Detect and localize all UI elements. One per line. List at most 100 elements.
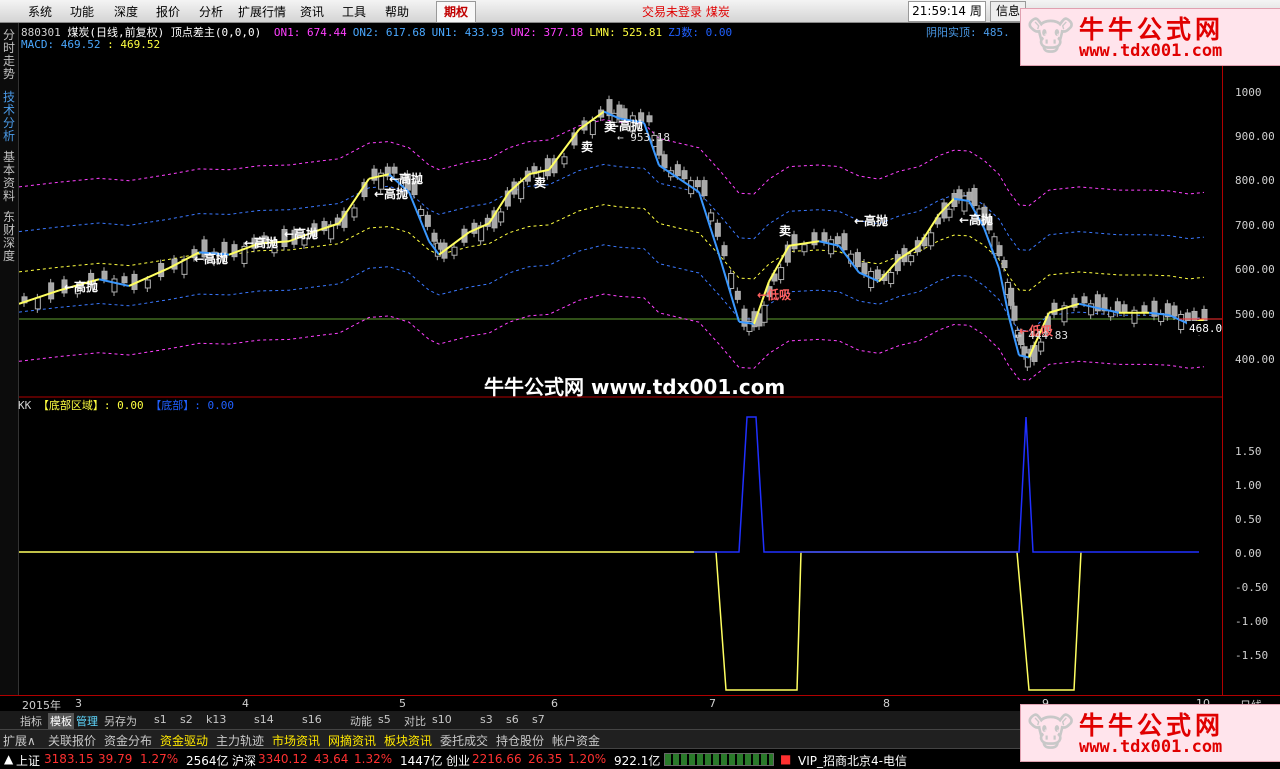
indicator-tab[interactable]: s3 [480,713,493,726]
function-tab[interactable]: 扩展∧ [3,732,36,749]
connection-icon: ■ [780,752,792,766]
cy-pct: 1.20% [568,752,607,766]
hs-amount: 1447亿 [400,754,443,768]
y-tick-sub: 1.00 [1235,479,1262,492]
y-tick-sub: -1.00 [1235,615,1269,628]
candle-body [544,158,551,177]
menu-depth[interactable]: 深度 [114,3,138,20]
function-tab[interactable]: 市场资讯 [272,732,320,749]
param-5: ZJ数: 0.00 [668,26,733,39]
sell-signal-label: ←高抛 [64,279,98,294]
clock-time: 21:59:14 [912,4,967,18]
param-1: ON2: 617.68 [352,26,426,39]
x-month: 3 [75,697,82,710]
indicator-tab[interactable]: 动能 [350,713,372,729]
vip-server[interactable]: VIP_招商北京4-电信 [798,752,907,769]
candle-body [681,170,688,180]
cy-amount: 922.1亿 [614,754,661,768]
indicator-tab[interactable]: s7 [532,713,545,726]
menu-tools[interactable]: 工具 [342,3,366,20]
trade-status: 交易未登录 煤炭 [642,5,730,19]
vtab-intraday[interactable]: 分时走势 [2,29,16,81]
candle-body [1171,305,1178,317]
function-tab[interactable]: 关联报价 [48,732,96,749]
right-value: 485. [983,26,1010,39]
candle-body [966,191,973,201]
right-indicator: 阴阳实顶: 485. [926,24,1010,40]
y-axis: 1000 900.00 800.00 700.00 600.00 500.00 400.00… [1222,23,1280,695]
y-tick-sub: 1.50 [1235,445,1262,458]
function-tab[interactable]: 持仓股份 [496,732,544,749]
candle-body [801,244,808,253]
macd-value2: 469.52 [120,38,161,51]
up-arrow-icon: ▲ [4,752,14,766]
indicator-tab[interactable]: s6 [506,713,519,726]
y-tick-sub: -0.50 [1235,581,1269,594]
function-tab[interactable]: 主力轨迹 [216,732,264,749]
menu-quote[interactable]: 报价 [156,3,180,20]
sell-signal-label: ←高抛 [389,171,423,186]
indicator-tab[interactable]: s14 [254,713,274,726]
chart-area[interactable]: ←高抛←高抛←高抛←高抛←高抛←高抛←高抛 ←高抛←高抛卖卖卖卖←低吸←低吸← 9… [19,23,1222,695]
sell-signal-label: ←高抛 [959,212,993,227]
candle-body [714,222,721,237]
indicator-tab[interactable]: k13 [206,713,226,726]
indicator-tab[interactable]: s16 [302,713,322,726]
function-tab[interactable]: 委托成交 [440,732,488,749]
indicator-tab[interactable]: 另存为 [104,713,137,729]
sub-p1-value: 0.00 [117,399,144,412]
function-tab[interactable]: 网摘资讯 [328,732,376,749]
menu-function[interactable]: 功能 [70,3,94,20]
cow-icon: 🐮 [1027,710,1075,756]
cy-name: 创业 [446,754,471,768]
menu-options[interactable]: 期权 [436,1,476,23]
indicator-tab[interactable]: s1 [154,713,167,726]
indicator-tab[interactable]: s5 [378,713,391,726]
indicator-tab[interactable]: 指标 [20,713,42,729]
candle-body [34,297,41,310]
menu-analysis[interactable]: 分析 [199,3,223,20]
hs-pct: 1.32% [354,752,393,766]
menu-extended[interactable]: 扩展行情 [238,3,286,20]
y-tick: 700.00 [1235,219,1275,232]
function-tab[interactable]: 板块资讯 [384,732,432,749]
vtab-fundamental[interactable]: 基本资料 [2,151,16,203]
menu-news[interactable]: 资讯 [300,3,324,20]
y-tick-sub: 0.50 [1235,513,1262,526]
indicator-tab[interactable]: s10 [432,713,452,726]
param-0: ON1: 674.44 [273,26,347,39]
y-tick: 500.00 [1235,308,1275,321]
menu-help[interactable]: 帮助 [385,3,409,20]
y-tick: 800.00 [1235,174,1275,187]
vtab-technical[interactable]: 技术分析 [2,91,16,143]
candle-body [701,180,708,197]
candle-body [694,180,701,188]
last-price-mark: 468.03 [1189,322,1222,335]
sub-name: KK [18,399,32,412]
candle-body [1011,305,1018,321]
candle-body [589,120,596,136]
hs-value: 3340.12 [258,752,308,766]
indicator-tab[interactable]: 对比 [404,713,426,729]
y-tick: 1000 [1235,86,1262,99]
candle-body [874,269,881,280]
indicator-tab[interactable]: s2 [180,713,193,726]
function-tab[interactable]: 资金驱动 [160,732,208,749]
sh-name: 上证 [16,754,41,768]
hs-change: 43.64 [314,752,349,766]
vtab-depth[interactable]: 东财深度 [2,211,16,263]
candle-body [424,214,431,227]
indicator-params: ON1: 674.44 ON2: 617.68 UN1: 433.93 UN2: 37… [268,26,732,39]
function-tab[interactable]: 资金分布 [104,732,152,749]
center-watermark: 牛牛公式网 www.tdx001.com [484,375,786,399]
y-tick: 600.00 [1235,263,1275,276]
candle-body [646,115,653,123]
indicator-tab[interactable]: 模板 [48,713,74,729]
indicator-tab[interactable]: 管理 [76,713,98,729]
sell-signal-label: ←高抛 [854,213,888,228]
menu-system[interactable]: 系统 [28,3,52,20]
candle-body [1081,296,1088,304]
candle-body [231,244,238,258]
function-tab[interactable]: 帐户资金 [552,732,600,749]
candle-body [1184,312,1191,322]
